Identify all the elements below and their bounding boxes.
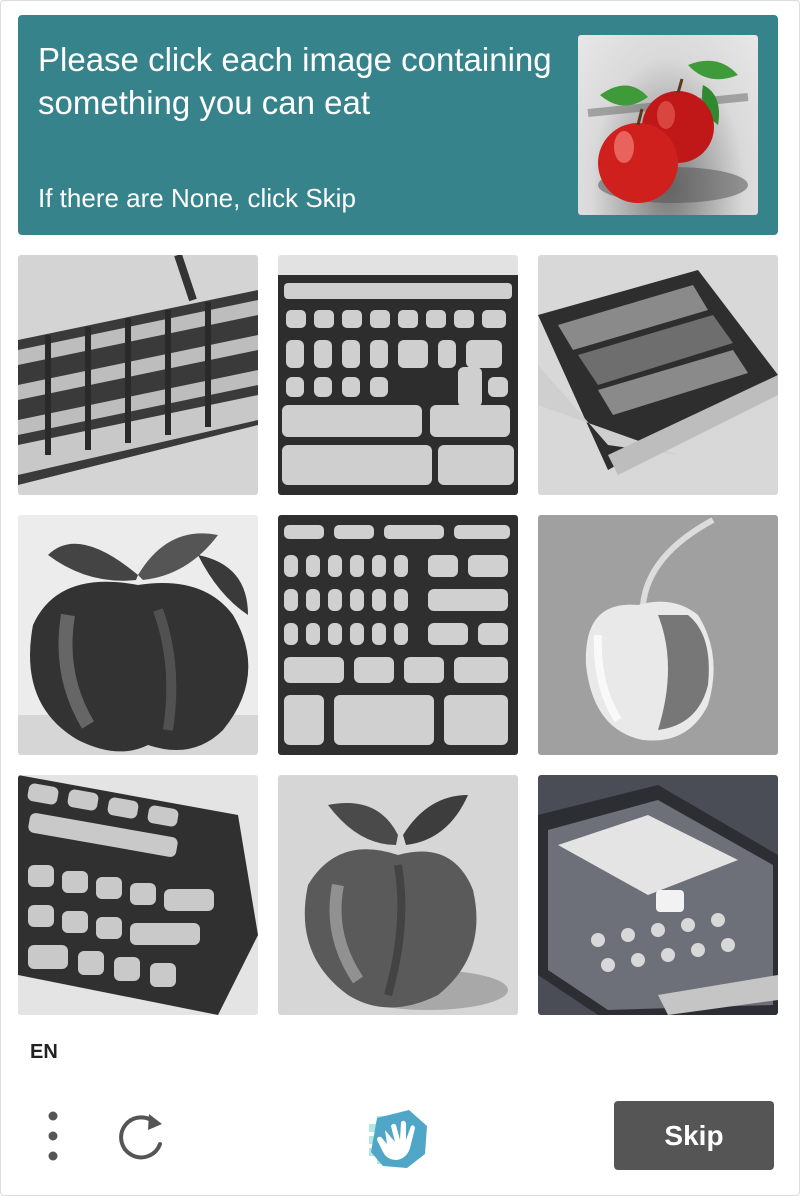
example-image <box>578 35 758 215</box>
challenge-prompt: Please click each image containing somet… <box>38 41 552 121</box>
challenge-subtext: If there are None, click Skip <box>38 183 356 213</box>
image-tile-phone[interactable] <box>538 775 778 1015</box>
image-tile-keyboard[interactable] <box>18 255 258 495</box>
refresh-icon <box>119 1114 162 1160</box>
challenge-header: Please click each image containing somet… <box>18 15 778 235</box>
menu-button[interactable] <box>38 1110 68 1162</box>
image-tile-apple[interactable] <box>278 775 518 1015</box>
hand-logo-icon <box>365 1108 431 1168</box>
image-tile-keyboard[interactable] <box>278 255 518 495</box>
image-tile-apple[interactable] <box>538 515 778 755</box>
image-tile-apple[interactable] <box>18 515 258 755</box>
image-tile-keyboard[interactable] <box>278 515 518 755</box>
skip-button[interactable]: Skip <box>614 1101 774 1170</box>
image-tile-keyboard[interactable] <box>18 775 258 1015</box>
refresh-button[interactable] <box>116 1110 168 1162</box>
language-selector[interactable]: EN <box>30 1041 58 1064</box>
image-tile-keyboard[interactable] <box>538 255 778 495</box>
vertical-dots-icon <box>48 1111 58 1161</box>
